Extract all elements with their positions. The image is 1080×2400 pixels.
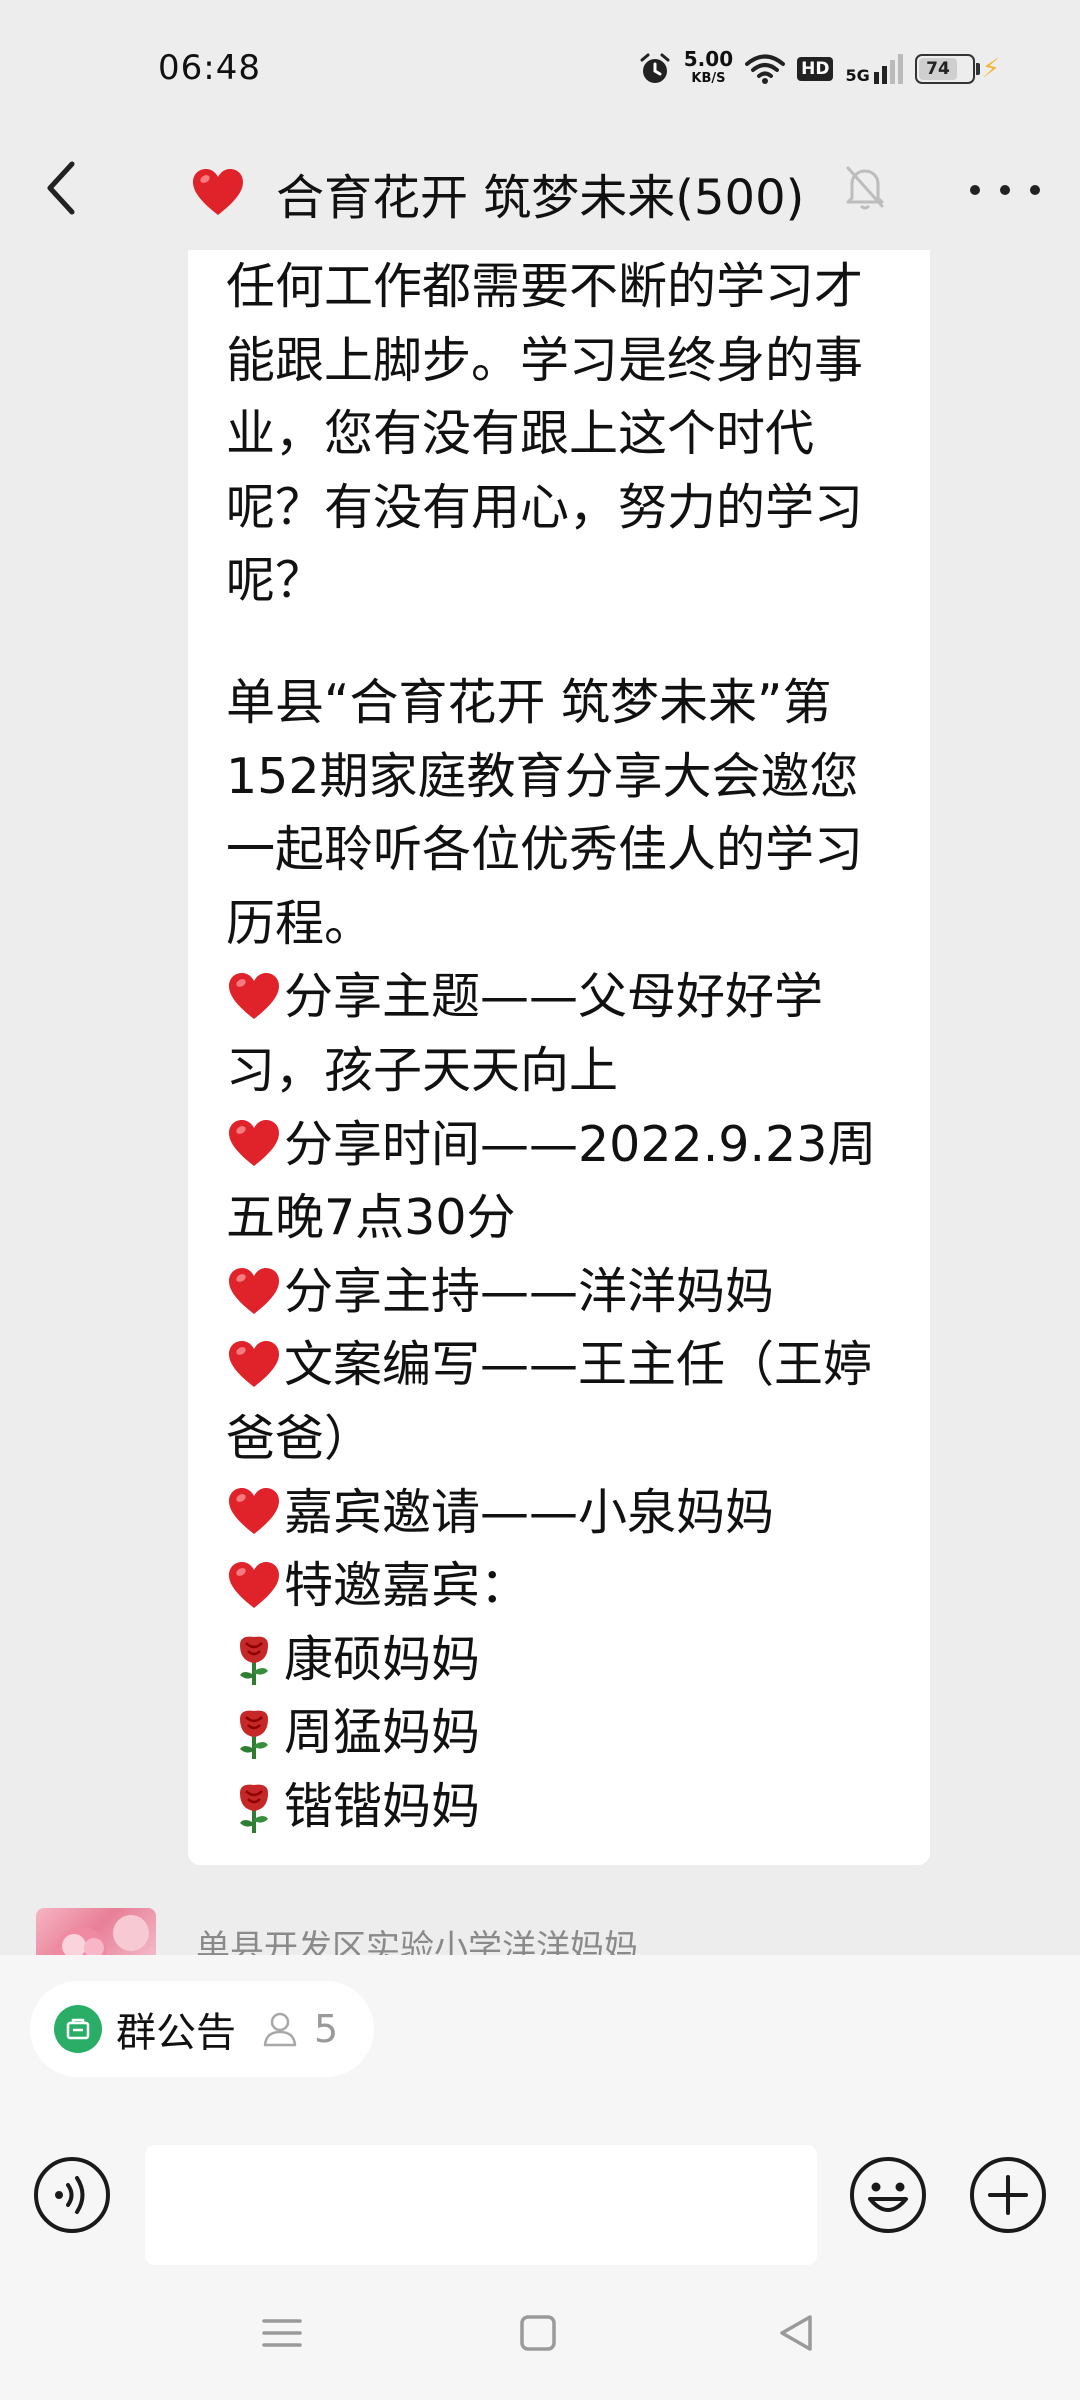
- message-line-text: 康硕妈妈: [284, 1630, 481, 1688]
- message-bubble[interactable]: 任何工作都需要不断的学习才 能跟上脚步。学习是终身的事 业，您有没有跟上这个时代 呢？…: [188, 250, 930, 1866]
- dot-icon: [970, 185, 980, 195]
- voice-input-icon[interactable]: [32, 2155, 112, 2235]
- more-options-button[interactable]: [970, 170, 1040, 210]
- message-line: 历程。: [226, 887, 894, 961]
- message-line: 习，孩子天天向上: [226, 1034, 894, 1108]
- status-icons: 5.00 KB/S HD 5G 74 ⚡: [638, 46, 1000, 92]
- message-line-text: 152期家庭教育分享大会邀您: [226, 747, 859, 805]
- message-line-text: 分享主持——洋洋妈妈: [284, 1262, 775, 1320]
- message-line: 呢？: [226, 544, 894, 618]
- sender-name: 单县开发区实验小学洋洋妈妈: [196, 1928, 638, 1955]
- message-line-text: 分享主题——父母好好学: [284, 968, 824, 1026]
- signal-icon: [873, 54, 903, 84]
- message-line: 分享主题——父母好好学: [226, 960, 894, 1034]
- message-line-text: 呢？: [226, 552, 325, 610]
- heart-icon: [229, 1341, 279, 1388]
- message-line-text: 分享时间——2022.9.23周: [284, 1115, 877, 1173]
- network-speed-unit: KB/S: [691, 71, 726, 86]
- message-line: 一起聆听各位优秀佳人的学习: [226, 813, 894, 887]
- message-line-text: 嘉宾邀请——小泉妈妈: [284, 1483, 775, 1541]
- rose-icon: [240, 1784, 268, 1833]
- message-line: 文案编写——王主任（王婷: [226, 1328, 894, 1402]
- network-speed: 5.00 KB/S: [683, 47, 734, 88]
- back-button[interactable]: [30, 152, 90, 224]
- message-line: 锴锴妈妈: [226, 1770, 894, 1844]
- message-line-text: 一起聆听各位优秀佳人的学习: [226, 821, 864, 879]
- heart-icon: [229, 1488, 279, 1535]
- mute-bell-icon: [846, 166, 884, 210]
- message-line: 能跟上脚步。学习是终身的事: [226, 324, 894, 398]
- notice-icon: [54, 2005, 102, 2053]
- status-bar: 06:48 5.00 KB/S HD 5G 74 ⚡: [0, 0, 1080, 130]
- menu-icon[interactable]: [258, 2309, 306, 2357]
- heart-icon: [193, 169, 243, 215]
- message-line-text: 单县“合育花开 筑梦未来”第: [226, 673, 832, 731]
- message-line-text: 特邀嘉宾：: [284, 1557, 530, 1615]
- next-message: 单县开发区实验小学洋洋妈妈: [36, 1908, 1080, 1955]
- message-line-text: 文案编写——王主任（王婷: [284, 1336, 873, 1394]
- notice-read-count: 5: [314, 2007, 339, 2051]
- dot-icon: [1030, 185, 1040, 195]
- rose-icon: [240, 1710, 268, 1760]
- message-line-text: 周猛妈妈: [284, 1704, 481, 1762]
- wifi-icon: [745, 54, 786, 84]
- chat-title: 合育花开 筑梦未来(500): [190, 158, 804, 228]
- chevron-left-icon: [47, 161, 75, 215]
- emoji-icon[interactable]: [848, 2155, 928, 2235]
- rose-icon: [240, 1637, 268, 1686]
- plus-icon[interactable]: [968, 2155, 1048, 2235]
- message-line: 呢？有没有用心，努力的学习: [226, 471, 894, 545]
- heart-icon: [229, 973, 279, 1020]
- network-speed-value: 5.00: [683, 47, 734, 71]
- message-line-text: 能跟上脚步。学习是终身的事: [226, 331, 864, 389]
- message-line-text: 爸爸）: [226, 1409, 374, 1467]
- hd-badge: HD: [797, 57, 834, 81]
- message-line-text: 习，孩子天天向上: [226, 1041, 619, 1099]
- message-input[interactable]: [145, 2145, 817, 2265]
- home-square-icon[interactable]: [514, 2309, 562, 2357]
- group-notice-label: 群公告: [116, 2010, 236, 2056]
- message-line: 分享主持——洋洋妈妈: [226, 1255, 894, 1329]
- message-line: 特邀嘉宾：: [226, 1549, 894, 1623]
- message-line-text: 业，您有没有跟上这个时代: [226, 405, 815, 463]
- system-navigation-bar: [0, 2295, 1080, 2400]
- message-line: 152期家庭教育分享大会邀您: [226, 740, 894, 814]
- alarm-icon: [640, 53, 670, 83]
- heart-icon: [229, 1267, 279, 1314]
- group-notice-button[interactable]: 群公告 5: [30, 1981, 375, 2077]
- cellular-signal: 5G: [845, 54, 903, 85]
- person-icon: [263, 2012, 297, 2047]
- clock: 06:48: [158, 48, 261, 88]
- heart-icon: [229, 1120, 279, 1167]
- network-type: 5G: [845, 66, 870, 85]
- dot-icon: [1000, 185, 1010, 195]
- message-line-text: 呢？有没有用心，努力的学习: [226, 478, 864, 536]
- message-line: 单县“合育花开 筑梦未来”第: [226, 666, 894, 740]
- chat-messages[interactable]: 任何工作都需要不断的学习才 能跟上脚步。学习是终身的事 业，您有没有跟上这个时代 呢？…: [0, 250, 1080, 1955]
- message-line: 爸爸）: [226, 1402, 894, 1476]
- message-line-text: 任何工作都需要不断的学习才: [226, 258, 864, 315]
- battery-level: 74: [918, 58, 958, 80]
- message-line: 康硕妈妈: [226, 1623, 894, 1697]
- message-line: 任何工作都需要不断的学习才: [226, 250, 894, 324]
- message-line-text: 历程。: [226, 894, 374, 952]
- battery-icon: 74 ⚡: [914, 54, 1000, 84]
- flower-avatar-image: [55, 1915, 149, 1955]
- message-line-text: 锴锴妈妈: [284, 1777, 481, 1835]
- message-line: 分享时间——2022.9.23周: [226, 1108, 894, 1182]
- bottom-panel: 群公告 5: [0, 1955, 1080, 2400]
- message-line-text: 五晚7点30分: [226, 1189, 516, 1247]
- message-line: 嘉宾邀请——小泉妈妈: [226, 1476, 894, 1550]
- charging-icon: ⚡: [981, 54, 1000, 84]
- message-line: [226, 618, 894, 666]
- avatar[interactable]: [36, 1908, 156, 1955]
- group-name: 合育花开 筑梦未来(500): [276, 170, 805, 226]
- heart-icon: [229, 1561, 279, 1608]
- input-bar: [0, 2125, 1080, 2265]
- message-line: 周猛妈妈: [226, 1696, 894, 1770]
- message-line: 业，您有没有跟上这个时代: [226, 397, 894, 471]
- message-line: 五晚7点30分: [226, 1181, 894, 1255]
- back-triangle-icon[interactable]: [772, 2309, 820, 2357]
- chat-header: 合育花开 筑梦未来(500): [0, 130, 1080, 250]
